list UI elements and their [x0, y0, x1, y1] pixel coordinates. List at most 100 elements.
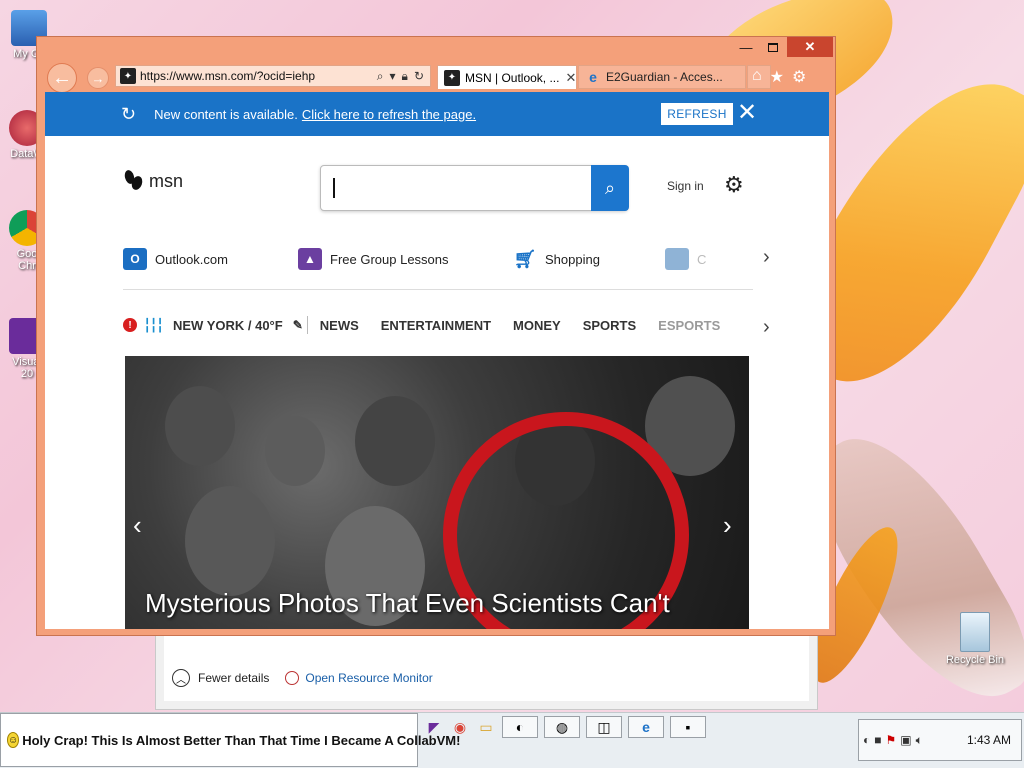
search-icon: ⌕: [604, 177, 616, 198]
ie-favicon-icon: e: [589, 69, 597, 85]
forward-arrow-icon: →: [91, 70, 105, 86]
msn-favicon-icon: ✦: [120, 68, 136, 84]
tab-news[interactable]: NEWS: [320, 318, 359, 333]
lock-icon[interactable]: 🔒︎: [402, 69, 408, 84]
title-bar: — ✕: [37, 37, 835, 59]
hero-carousel[interactable]: ‹ › Mysterious Photos That Even Scientis…: [125, 356, 749, 629]
forward-button[interactable]: →: [87, 67, 109, 89]
msn-favicon-icon: ✦: [444, 69, 460, 86]
resource-monitor-icon: [285, 671, 300, 685]
system-tray: ◐ ■ ⚑ ▣ 🔈︎ 1:43 AM: [858, 719, 1022, 761]
fewer-details-button[interactable]: ︿ Fewer details: [172, 669, 269, 687]
settings-gear-icon[interactable]: ⚙: [724, 172, 744, 198]
page-viewport: ↻ New content is available. Click here t…: [45, 92, 829, 629]
weather-alert-icon[interactable]: !: [123, 318, 137, 332]
taskbar-app-button[interactable]: ☺ Holy Crap! This Is Almost Better Than …: [0, 713, 460, 767]
rain-icon: ╎╎╎: [143, 316, 164, 333]
close-button[interactable]: ✕: [787, 37, 833, 57]
maximize-icon: [768, 42, 778, 52]
car-icon: [665, 248, 689, 270]
refresh-page-link[interactable]: Click here to refresh the page.: [302, 107, 476, 122]
weather-location[interactable]: NEW YORK / 40°F: [173, 318, 283, 333]
address-text[interactable]: https://www.msn.com/?ocid=iehp: [140, 69, 315, 83]
action-center-icon[interactable]: ⚑: [886, 733, 897, 747]
search-input[interactable]: ⌕: [320, 165, 629, 211]
close-notification-icon[interactable]: ✕: [737, 99, 757, 127]
minimize-button[interactable]: —: [732, 37, 760, 57]
taskbar-pinned-apps: ◤ ◉ ▭ ◐ ◍ ◫ e ▪: [424, 716, 706, 738]
hero-image-shape: [355, 396, 435, 486]
folder-icon[interactable]: ▭: [476, 716, 496, 738]
dropdown-icon[interactable]: ▾: [390, 69, 396, 83]
graduation-cap-icon: ▲: [298, 248, 322, 270]
refresh-icon[interactable]: ↻: [414, 69, 424, 83]
shopping-cart-icon: 🛒︎: [513, 248, 537, 269]
browser-toolbar: ⌂ ★ ⚙: [752, 67, 806, 87]
smiley-icon: ☺: [7, 732, 20, 748]
refresh-icon: ↻: [121, 103, 137, 124]
notification-bar: ↻ New content is available. Click here t…: [45, 92, 829, 136]
outlook-icon: O: [123, 248, 147, 270]
chevron-right-icon[interactable]: ›: [763, 246, 770, 269]
divider: [306, 316, 308, 334]
task-manager-body: [164, 631, 809, 701]
visual-studio-icon[interactable]: ◤: [424, 716, 444, 738]
steam-icon[interactable]: ◐: [502, 716, 538, 738]
tab-esports[interactable]: ESPORTS: [658, 318, 720, 333]
chrome-icon[interactable]: ◉: [450, 716, 470, 738]
close-tab-icon[interactable]: ✕: [559, 70, 576, 86]
hero-headline[interactable]: Mysterious Photos That Even Scientists C…: [145, 588, 670, 619]
quick-links-bar: O Outlook.com ▲ Free Group Lessons 🛒︎ Sh…: [123, 244, 770, 290]
chevron-right-icon[interactable]: ›: [723, 510, 732, 541]
quick-link-cars[interactable]: C: [665, 248, 706, 270]
network-tray-icon[interactable]: ▣: [900, 733, 911, 747]
chevron-right-icon[interactable]: ›: [763, 316, 770, 339]
maximize-button[interactable]: [759, 37, 787, 57]
edit-pencil-icon[interactable]: ✎: [293, 318, 303, 332]
clock[interactable]: 1:43 AM: [967, 733, 1021, 747]
sign-in-link[interactable]: Sign in: [667, 179, 704, 193]
back-arrow-icon: ←: [52, 66, 72, 89]
hero-image-shape: [185, 486, 275, 596]
search-button[interactable]: ⌕: [591, 165, 629, 211]
volume-icon[interactable]: 🔈︎: [916, 733, 923, 748]
browser-window: — ✕ ← → ✦ https://www.msn.com/?ocid=iehp…: [36, 36, 836, 636]
internet-explorer-icon[interactable]: e: [628, 716, 664, 738]
msn-logo[interactable]: msn: [123, 169, 183, 192]
recycle-bin-icon: [960, 612, 990, 652]
search-icon[interactable]: ⌕: [377, 69, 384, 84]
tab-entertainment[interactable]: ENTERTAINMENT: [381, 318, 491, 333]
quick-link-shopping[interactable]: 🛒︎ Shopping: [513, 248, 600, 270]
tab-sports[interactable]: SPORTS: [583, 318, 636, 333]
quick-link-free-group-lessons[interactable]: ▲ Free Group Lessons: [298, 248, 449, 270]
chevron-left-icon[interactable]: ‹: [133, 510, 142, 541]
globe-icon[interactable]: ◍: [544, 716, 580, 738]
tab-msn[interactable]: ✦ MSN | Outlook, ... ✕: [437, 65, 577, 89]
back-button[interactable]: ←: [47, 63, 77, 93]
stop-icon[interactable]: ■: [874, 733, 881, 747]
chevron-up-icon: ︿: [172, 669, 190, 687]
tab-money[interactable]: MONEY: [513, 318, 561, 333]
desktop-icon-recycle-bin[interactable]: Recycle Bin: [940, 612, 1010, 666]
quick-link-outlook[interactable]: O Outlook.com: [123, 248, 228, 270]
open-resource-monitor-link[interactable]: Open Resource Monitor: [285, 671, 433, 685]
home-icon[interactable]: ⌂: [752, 67, 762, 87]
taskbar: ☺ Holy Crap! This Is Almost Better Than …: [0, 712, 1024, 768]
hero-image-shape: [165, 386, 235, 466]
category-nav: ! ╎╎╎ NEW YORK / 40°F ✎ NEWS ENTERTAINME…: [123, 310, 763, 340]
navigation-bar: ← → ✦ https://www.msn.com/?ocid=iehp ⌕ ▾…: [37, 61, 835, 93]
tab-e2guardian[interactable]: e E2Guardian - Acces...: [578, 65, 746, 89]
favorites-star-icon[interactable]: ★: [770, 67, 784, 87]
command-prompt-icon[interactable]: ▪: [670, 716, 706, 738]
refresh-button[interactable]: REFRESH: [661, 103, 733, 125]
address-bar[interactable]: ✦ https://www.msn.com/?ocid=iehp ⌕ ▾ 🔒︎ …: [115, 65, 431, 87]
hero-image-shape: [265, 416, 325, 486]
settings-gear-icon[interactable]: ⚙: [792, 67, 806, 87]
task-manager-window: ︿ Fewer details Open Resource Monitor: [155, 630, 818, 710]
task-manager-footer: ︿ Fewer details Open Resource Monitor: [172, 669, 433, 687]
steam-tray-icon[interactable]: ◐: [863, 733, 870, 747]
text-caret: [333, 178, 335, 198]
network-icon[interactable]: ◫: [586, 716, 622, 738]
address-tools: ⌕ ▾ 🔒︎ ↻: [377, 69, 430, 84]
msn-butterfly-icon: [123, 169, 145, 192]
